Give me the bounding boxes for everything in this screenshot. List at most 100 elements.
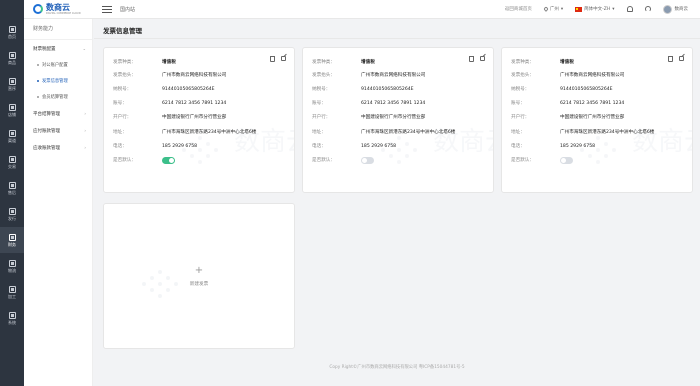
username: 数商云 [674,7,689,12]
rail-item[interactable]: 营序 [0,71,24,97]
menu-toggle-icon[interactable] [102,5,112,13]
logo[interactable]: 数商云 DIGITAL COMMERCE CLOUD [24,2,94,15]
sidebar-item-label: 会员结算管理 [42,95,68,100]
rail-item-label: 首页 [8,33,16,39]
field-label: 发票抬头： [113,73,136,78]
bell-icon[interactable] [626,6,633,12]
edit-icon[interactable] [480,56,485,61]
rail-item[interactable]: 加工 [0,279,24,305]
field-row-address: 地址： 广州市海珠区新港东路234号中洲中心北塔6楼 [113,130,256,136]
process-icon [8,285,16,293]
home-link[interactable]: 返回商城首页 [505,6,532,12]
sidebar-item-label: 发票信息管理 [42,79,68,84]
chevron-right-icon: › [84,128,86,133]
field-value: 6214 7812 3456 7891 1234 [560,101,625,106]
sidebar-group-label: 财票税配置 [33,46,56,52]
sidebar-item[interactable]: 对公账户配置 [24,57,92,73]
field-label: 地址： [312,130,326,135]
field-row-header: 发票抬头： 广州市数商云网络科技有限公司 [312,73,425,79]
field-value: 6214 7812 3456 7891 1234 [162,101,227,106]
language-select[interactable]: 简体中文-ZH ▾ [575,6,615,12]
logo-mark-icon [33,4,43,14]
field-row-bank: 开户行： 中国建设银行广州市分行营业部 [113,115,226,121]
order-icon [8,77,16,85]
logo-name: 数商云 [46,2,70,12]
field-row-default: 是否默认： [113,157,175,164]
field-value: 6214 7812 3456 7891 1234 [361,101,426,106]
rail-item-label: 加工 [8,293,16,299]
app-rail: 首页商品 营序 店铺 渠道交易售后发行 财务 物流加工系统 [0,0,24,386]
default-toggle[interactable] [560,157,573,164]
invoice-card: 数商云 发票种类： 增值税发票抬头： 广州市数商云网络科技有限公司纳税号： 914401… [501,47,693,193]
field-row-bank: 开户行： 中国建设银行广州市分行营业部 [312,115,425,121]
field-label: 地址： [113,130,127,135]
location-select[interactable]: 广州 ▾ [543,6,563,12]
add-invoice-card[interactable]: + 新建发票 [103,203,295,349]
field-value: 广州市数商云网络科技有限公司 [361,73,426,78]
edit-icon[interactable] [679,56,684,61]
field-label: 开户行： [113,115,132,120]
rail-item[interactable]: 首页 [0,19,24,45]
location-label: 广州 [549,7,559,12]
trash-icon[interactable] [469,56,474,62]
field-row-bank: 开户行： 中国建设银行广州市分行营业部 [511,115,624,121]
sidebar-group-label: 应收账款管理 [33,145,60,151]
chevron-right-icon: › [84,145,86,150]
rail-item[interactable]: 店铺 [0,97,24,123]
page-title: 发票信息管理 [103,27,142,35]
trash-icon[interactable] [270,56,275,62]
field-row-type: 发票种类： 增值税 [511,60,574,66]
sidebar-group[interactable]: 平台结算管理 › [24,105,92,122]
sidebar-group[interactable]: 应付账款管理 › [24,122,92,139]
field-row-default: 是否默认： [312,157,374,164]
channel-icon [8,129,16,137]
rail-item-label: 交易 [8,163,16,169]
headset-icon[interactable] [644,6,651,12]
sidebar-item-label: 对公账户配置 [42,63,68,68]
invoice-card: 数商云 发票种类： 增值税发票抬头： 广州市数商云网络科技有限公司纳税号： 914401… [302,47,494,193]
rail-item[interactable]: 商品 [0,45,24,71]
rail-item[interactable]: 发行 [0,201,24,227]
sidebar-item[interactable]: 发票信息管理 [24,73,92,89]
field-value: 中国建设银行广州市分行营业部 [560,115,625,120]
sidebar-group[interactable]: 财票税配置 ⌄ [24,40,92,57]
plus-icon: + [194,264,204,276]
field-label: 是否默认： [113,157,136,163]
field-value: 91440105065805264E [162,87,215,92]
default-toggle[interactable] [162,157,175,164]
bullet-icon [37,96,39,98]
field-label: 发票种类： [511,60,534,65]
rail-item[interactable]: 财务 [0,227,24,253]
divider [94,38,700,39]
bullet-icon [37,80,39,82]
default-toggle[interactable] [361,157,374,164]
field-value: 中国建设银行广州市分行营业部 [162,115,227,120]
rail-item[interactable]: 售后 [0,175,24,201]
finance-icon [8,233,16,241]
sidebar-group[interactable]: 应收账款管理 › [24,139,92,156]
field-row-account: 账号： 6214 7812 3456 7891 1234 [511,101,624,107]
watermark: 数商云 [182,127,294,164]
field-label: 是否默认： [312,157,335,163]
sidebar-item[interactable]: 会员结算管理 [24,89,92,105]
rail-item[interactable]: 物流 [0,253,24,279]
rail-item[interactable]: 渠道 [0,123,24,149]
invoice-card: 数商云 发票种类： 增值税发票抬头： 广州市数商云网络科技有限公司纳税号： 914401… [103,47,295,193]
field-row-address: 地址： 广州市海珠区新港东路234号中洲中心北塔6楼 [511,130,654,136]
edit-icon[interactable] [281,56,286,61]
shop-icon [8,103,16,111]
sidebar-group-label: 应付账款管理 [33,128,60,134]
chevron-right-icon: › [84,111,86,116]
user-menu[interactable]: 数商云 [662,4,689,14]
rail-item-label: 售后 [8,189,16,195]
trade-icon [8,155,16,163]
sidebar-group-label: 平台结算管理 [33,111,60,117]
field-label: 开户行： [312,115,331,120]
system-icon [8,311,16,319]
goods-icon [8,51,16,59]
logo-sub: DIGITAL COMMERCE CLOUD [46,11,81,15]
rail-item[interactable]: 系统 [0,305,24,331]
avatar [662,4,672,14]
rail-item[interactable]: 交易 [0,149,24,175]
trash-icon[interactable] [668,56,673,62]
